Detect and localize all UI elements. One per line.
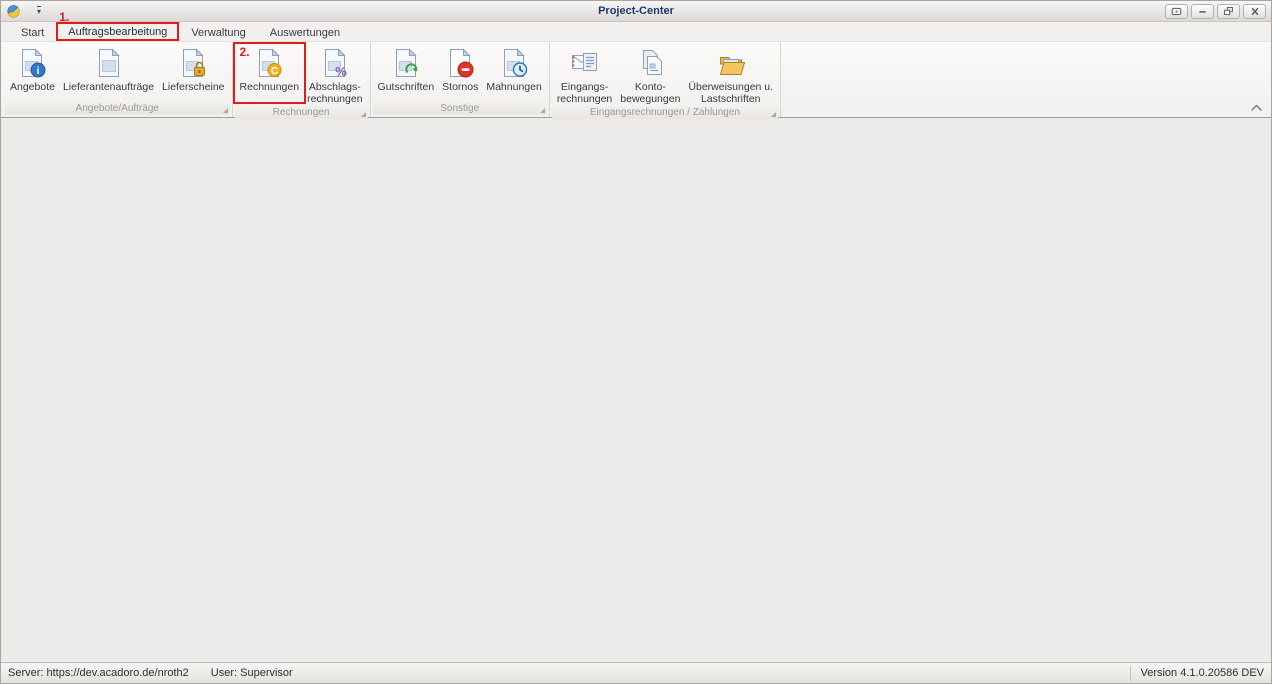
tab-auftragsbearbeitung[interactable]: 1. Auftragsbearbeitung xyxy=(56,22,179,41)
stornos-button[interactable]: Stornos xyxy=(438,44,482,101)
button-label: Lieferantenaufträge xyxy=(63,81,154,93)
status-bar: Server: https://dev.acadoro.de/nroth2 Us… xyxy=(1,662,1271,683)
dialog-launcher-icon[interactable] xyxy=(540,108,545,113)
group-footer-rechnungen: Rechnungen xyxy=(235,106,368,119)
tab-verwaltung[interactable]: Verwaltung xyxy=(179,22,257,41)
eingangsrechnungen-button[interactable]: Eingangs- rechnungen xyxy=(553,44,616,105)
annotation-step-2: 2. xyxy=(240,45,250,59)
application-window: ▾ Project-Center xyxy=(0,0,1272,684)
window-title: Project-Center xyxy=(1,5,1271,17)
dialog-launcher-icon[interactable] xyxy=(361,112,366,117)
document-coin-icon: C xyxy=(253,47,285,79)
document-clock-icon xyxy=(498,47,530,79)
envelope-document-icon xyxy=(569,47,601,79)
group-footer-sonstige: Sonstige xyxy=(373,102,547,115)
status-user-label: User: Supervisor xyxy=(211,667,293,679)
title-bar: ▾ Project-Center xyxy=(1,1,1271,22)
minimize-icon xyxy=(1197,7,1208,16)
ribbon: i Angebote Lieferantenaufträge xyxy=(1,42,1271,118)
group-label: Angebote/Aufträge xyxy=(76,103,159,114)
document-info-icon: i xyxy=(16,47,48,79)
button-label: Angebote xyxy=(10,81,55,93)
ribbon-tab-bar: Start 1. Auftragsbearbeitung Verwaltung … xyxy=(1,22,1271,42)
button-label: Konto- bewegungen xyxy=(620,81,680,105)
fit-window-button[interactable] xyxy=(1165,4,1188,19)
document-refresh-icon xyxy=(390,47,422,79)
button-label: Lieferscheine xyxy=(162,81,224,93)
restore-button[interactable] xyxy=(1217,4,1240,19)
lieferscheine-button[interactable]: Lieferscheine xyxy=(158,44,228,101)
group-footer-eingangsrechnungen-zahlungen: Eingangsrechnungen / Zahlungen xyxy=(552,106,778,119)
rechnungen-button[interactable]: 2. C Rechnungen xyxy=(236,44,304,105)
ribbon-group-angebote-auftraege: i Angebote Lieferantenaufträge xyxy=(3,43,233,117)
abschlagsrechnungen-button[interactable]: % Abschlags- rechnungen xyxy=(303,44,366,105)
tab-label: Auftragsbearbeitung xyxy=(68,26,167,38)
svg-text:%: % xyxy=(335,64,347,79)
restore-icon xyxy=(1223,6,1234,16)
document-percent-icon: % xyxy=(319,47,351,79)
button-label: Stornos xyxy=(442,81,478,93)
close-button[interactable] xyxy=(1243,4,1266,19)
window-controls xyxy=(1165,4,1266,19)
folder-open-icon xyxy=(715,47,747,79)
dialog-launcher-icon[interactable] xyxy=(223,108,228,113)
mahnungen-button[interactable]: Mahnungen xyxy=(482,44,545,101)
status-server-label: Server: https://dev.acadoro.de/nroth2 xyxy=(8,667,189,679)
status-version-label: Version 4.1.0.20586 DEV xyxy=(1140,667,1264,679)
button-label: Rechnungen xyxy=(240,81,300,93)
group-label: Eingangsrechnungen / Zahlungen xyxy=(590,107,740,118)
fit-window-icon xyxy=(1171,7,1182,16)
group-label: Sonstige xyxy=(440,103,479,114)
button-label: Überweisungen u. Lastschriften xyxy=(688,81,773,105)
svg-text:i: i xyxy=(37,66,40,77)
status-separator xyxy=(1130,666,1131,681)
main-content-area xyxy=(1,118,1271,662)
button-label: Gutschriften xyxy=(378,81,435,93)
kontobewegungen-button[interactable]: Konto- bewegungen xyxy=(616,44,684,105)
tab-start[interactable]: Start xyxy=(9,22,56,41)
dialog-launcher-icon[interactable] xyxy=(771,112,776,117)
button-label: Eingangs- rechnungen xyxy=(557,81,612,105)
group-footer-angebote-auftraege: Angebote/Aufträge xyxy=(5,102,230,115)
svg-text:C: C xyxy=(271,66,278,77)
documents-stack-icon xyxy=(634,47,666,79)
collapse-ribbon-icon[interactable] xyxy=(1250,102,1263,112)
group-label: Rechnungen xyxy=(273,107,330,118)
ribbon-group-eingangsrechnungen-zahlungen: Eingangs- rechnungen Konto- bewegungen xyxy=(550,43,781,117)
ueberweisungen-lastschriften-button[interactable]: Überweisungen u. Lastschriften xyxy=(684,44,777,105)
lieferantenauftraege-button[interactable]: Lieferantenaufträge xyxy=(59,44,158,101)
gutschriften-button[interactable]: Gutschriften xyxy=(374,44,439,101)
document-lock-icon xyxy=(177,47,209,79)
button-label: Abschlags- rechnungen xyxy=(307,81,362,105)
button-label: Mahnungen xyxy=(486,81,541,93)
ribbon-group-rechnungen: 2. C Rechnungen % xyxy=(233,43,371,117)
ribbon-group-sonstige: Gutschriften Stornos xyxy=(371,43,550,117)
tab-auswertungen[interactable]: Auswertungen xyxy=(258,22,352,41)
document-cancel-icon xyxy=(444,47,476,79)
annotation-step-1: 1. xyxy=(59,10,69,24)
angebote-button[interactable]: i Angebote xyxy=(6,44,59,101)
document-plain-icon xyxy=(93,47,125,79)
close-icon xyxy=(1250,7,1260,16)
minimize-button[interactable] xyxy=(1191,4,1214,19)
